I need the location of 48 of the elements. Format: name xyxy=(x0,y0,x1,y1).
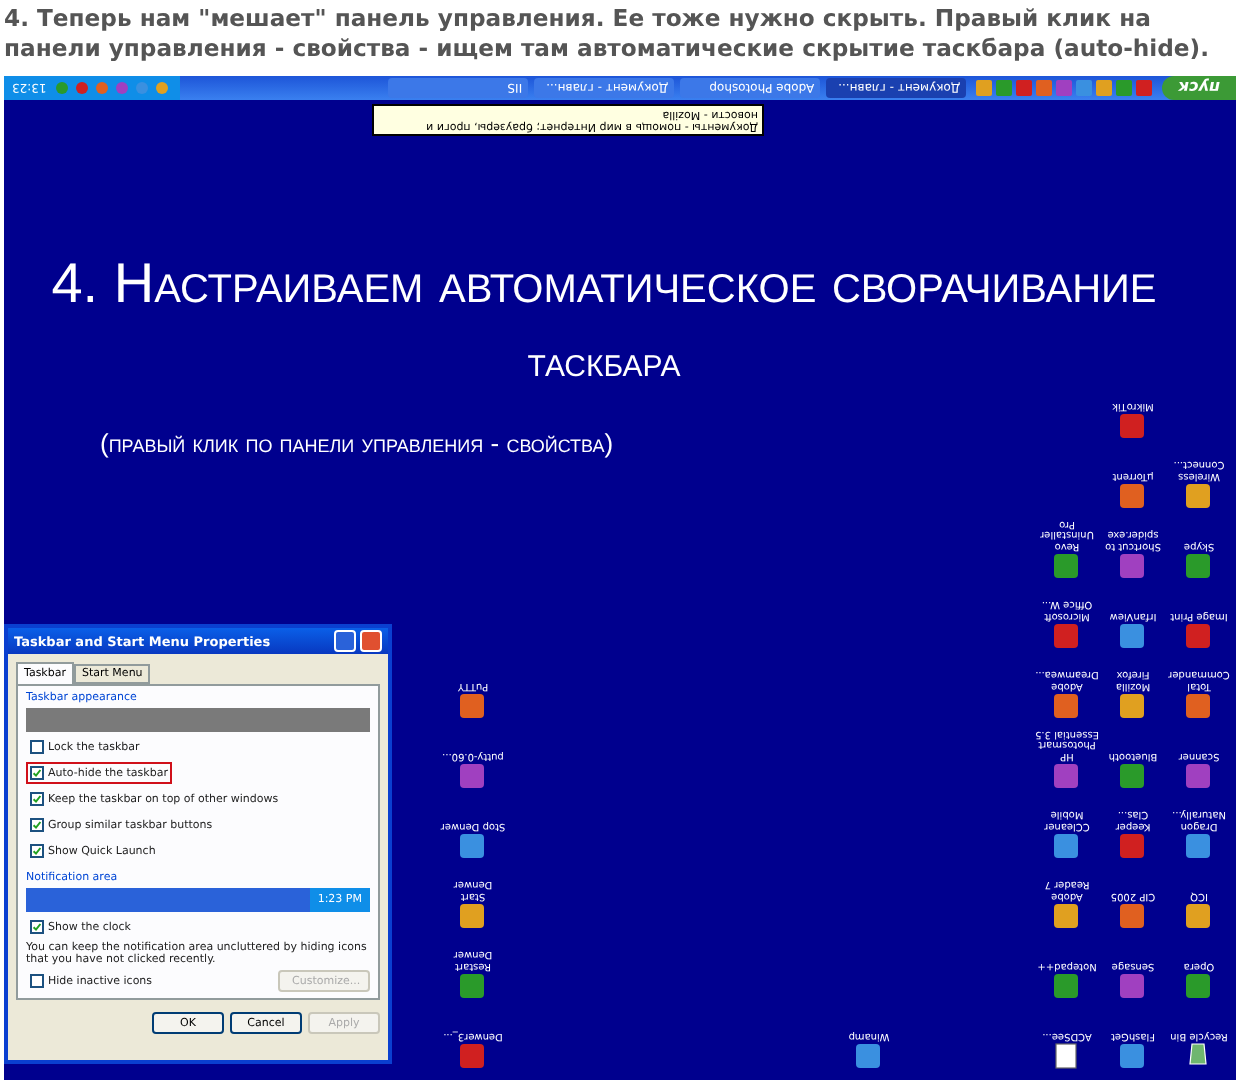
app-icon xyxy=(1183,970,1215,1002)
app-icon xyxy=(1051,690,1083,722)
slide-title: таскбара xyxy=(527,340,681,388)
checkbox[interactable] xyxy=(30,844,44,858)
checkbox[interactable] xyxy=(30,740,44,754)
app-icon xyxy=(457,900,489,932)
app-icon xyxy=(1117,1040,1149,1072)
app-icon xyxy=(1051,760,1083,792)
app-icon xyxy=(1051,550,1083,582)
app-icon xyxy=(1117,410,1149,442)
app-icon xyxy=(1183,900,1215,932)
app-icon xyxy=(1117,620,1149,652)
checkbox[interactable] xyxy=(30,792,44,806)
app-icon xyxy=(1117,480,1149,512)
checkbox[interactable] xyxy=(30,766,44,780)
app-icon xyxy=(1183,690,1215,722)
app-icon xyxy=(1183,830,1215,862)
app-icon xyxy=(1117,760,1149,792)
app-icon xyxy=(457,690,489,722)
quick-launch-icons[interactable] xyxy=(972,78,1157,98)
app-icon xyxy=(1183,550,1215,582)
app-icon xyxy=(853,1040,885,1072)
help-icon[interactable] xyxy=(334,630,356,652)
app-icon xyxy=(1183,480,1215,512)
app-icon xyxy=(1117,830,1149,862)
app-icon xyxy=(457,830,489,862)
app-icon xyxy=(1117,970,1149,1002)
app-icon xyxy=(1183,760,1215,792)
app-icon xyxy=(457,1040,489,1072)
app-icon xyxy=(1183,620,1215,652)
app-icon xyxy=(1117,550,1149,582)
app-icon xyxy=(1051,900,1083,932)
app-icon xyxy=(1117,690,1149,722)
app-icon xyxy=(457,760,489,792)
close-icon[interactable] xyxy=(360,630,382,652)
checkbox[interactable] xyxy=(30,920,44,934)
slide-title: 4. Настраиваем автоматическое сворачивание xyxy=(51,252,1157,316)
app-icon xyxy=(1051,970,1083,1002)
checkbox[interactable] xyxy=(30,974,44,988)
app-icon xyxy=(1051,620,1083,652)
app-icon xyxy=(1051,1040,1083,1072)
checkbox[interactable] xyxy=(30,818,44,832)
start-button[interactable]: пуск xyxy=(1162,76,1236,100)
app-icon xyxy=(1051,830,1083,862)
post-text: 4. Теперь нам "мешает" панель управления. Ее тоже нужно скрыть. Правый клик на панели управления - свойства - ищем там автоматические скрытие таскбара (auto-hide). xyxy=(2,4,1212,66)
app-icon xyxy=(1117,900,1149,932)
slide-subtitle: (правый клик по панели управления - свойства) xyxy=(100,428,614,458)
app-icon xyxy=(457,970,489,1002)
